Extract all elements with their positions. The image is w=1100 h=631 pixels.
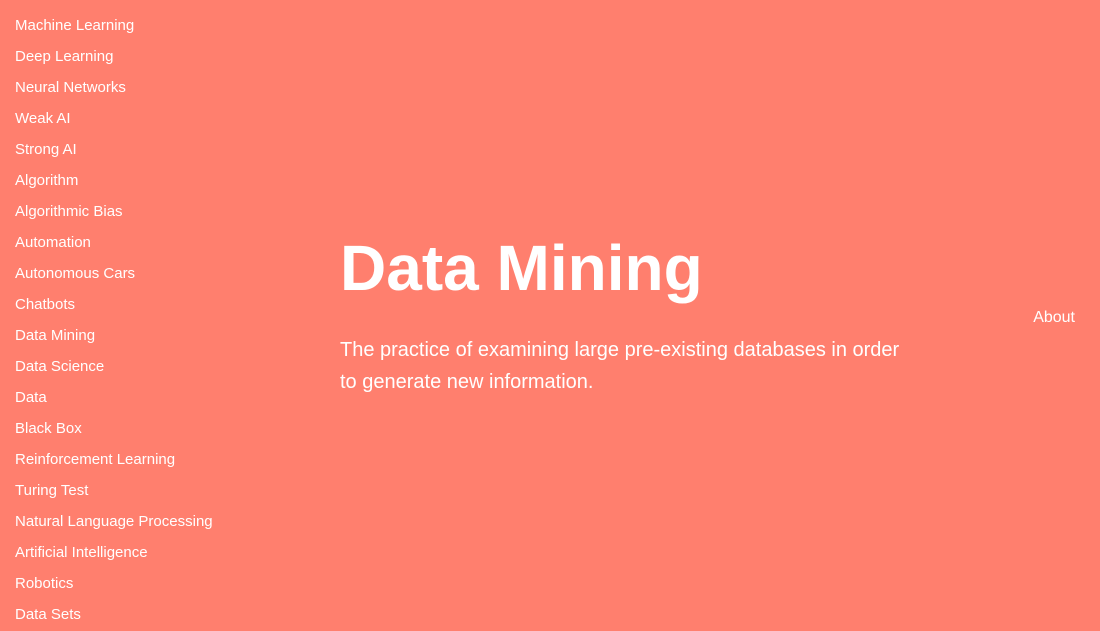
sidebar-item-data[interactable]: Data	[15, 382, 265, 413]
sidebar: Machine Learning Deep Learning Neural Ne…	[0, 0, 280, 631]
sidebar-item-natural-language-processing[interactable]: Natural Language Processing	[15, 506, 265, 537]
about-link[interactable]: About	[1033, 309, 1075, 327]
sidebar-item-black-box[interactable]: Black Box	[15, 413, 265, 444]
sidebar-item-robotics[interactable]: Robotics	[15, 568, 265, 599]
sidebar-item-reinforcement-learning[interactable]: Reinforcement Learning	[15, 444, 265, 475]
sidebar-item-strong-ai[interactable]: Strong AI	[15, 134, 265, 165]
sidebar-item-weak-ai[interactable]: Weak AI	[15, 103, 265, 134]
page-title: Data Mining	[340, 233, 900, 303]
sidebar-item-autonomous-cars[interactable]: Autonomous Cars	[15, 258, 265, 289]
sidebar-item-chatbots[interactable]: Chatbots	[15, 289, 265, 320]
page-description: The practice of examining large pre-exis…	[340, 334, 900, 398]
sidebar-item-algorithm[interactable]: Algorithm	[15, 165, 265, 196]
sidebar-item-neural-networks[interactable]: Neural Networks	[15, 72, 265, 103]
sidebar-item-machine-learning[interactable]: Machine Learning	[15, 10, 265, 41]
sidebar-item-deep-learning[interactable]: Deep Learning	[15, 41, 265, 72]
main-content: Data Mining The practice of examining la…	[280, 0, 1100, 631]
sidebar-item-turing-test[interactable]: Turing Test	[15, 475, 265, 506]
sidebar-item-algorithmic-bias[interactable]: Algorithmic Bias	[15, 196, 265, 227]
sidebar-item-data-mining[interactable]: Data Mining	[15, 320, 265, 351]
sidebar-item-data-science[interactable]: Data Science	[15, 351, 265, 382]
sidebar-item-artificial-intelligence[interactable]: Artificial Intelligence	[15, 537, 265, 568]
sidebar-item-automation[interactable]: Automation	[15, 227, 265, 258]
sidebar-item-data-sets[interactable]: Data Sets	[15, 599, 265, 630]
content-inner: Data Mining The practice of examining la…	[340, 233, 900, 397]
